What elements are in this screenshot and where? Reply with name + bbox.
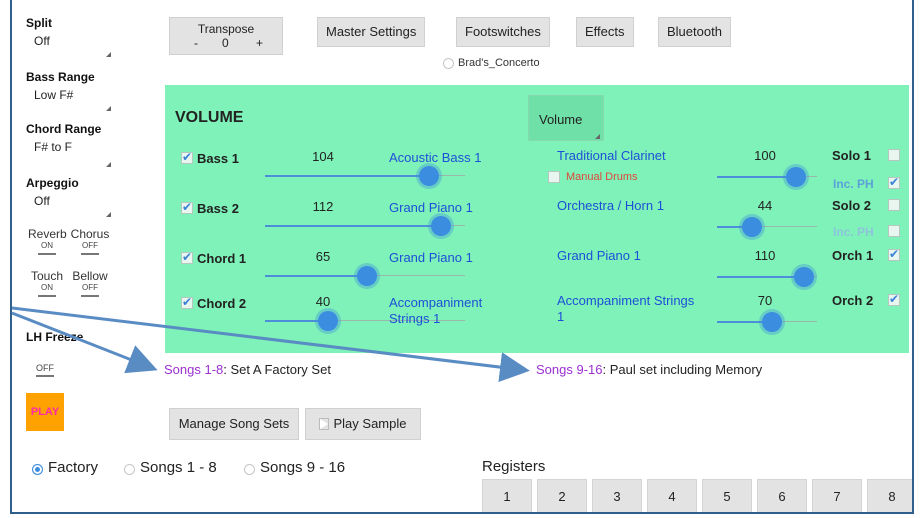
app-frame: Split Off Bass Range Low F# Chord Range … — [10, 0, 914, 514]
arrow-to-set-2 — [12, 306, 530, 383]
annotation-arrows — [12, 306, 530, 383]
